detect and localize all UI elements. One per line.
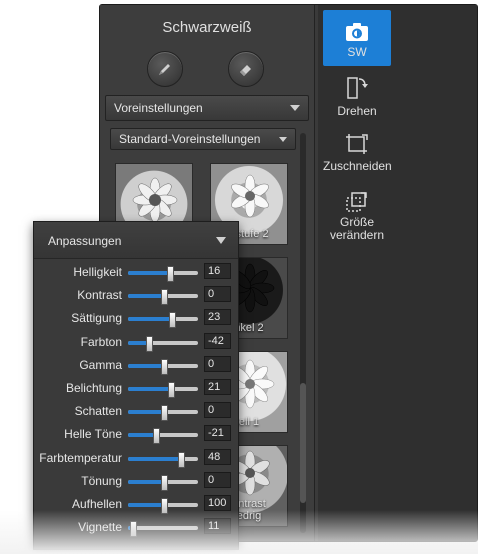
- crop-icon: [346, 134, 368, 154]
- sidebar-item-label: Größe verändern: [329, 215, 385, 242]
- adjustment-label: Aufhellen: [71, 497, 122, 511]
- adjustment-value-field[interactable]: -42: [204, 332, 231, 349]
- slider-handle[interactable]: [177, 451, 185, 468]
- adjustment-value-field[interactable]: 100: [204, 495, 231, 511]
- adjustment-slider[interactable]: [128, 358, 198, 375]
- adjustment-row: Belichtung 21: [34, 378, 238, 398]
- slider-fill: [128, 387, 170, 391]
- adjustment-slider[interactable]: [128, 428, 198, 445]
- sidebar-item-sw[interactable]: SW: [323, 10, 391, 66]
- adjustment-slider[interactable]: [128, 266, 198, 282]
- slider-handle[interactable]: [161, 289, 168, 306]
- slider-handle[interactable]: [168, 382, 175, 398]
- adjustment-label: Gamma: [79, 357, 122, 372]
- slider-fill: [128, 479, 163, 484]
- adjustments-panel: Anpassungen Helligkeit 16 Kontrast 0 Sättigu…: [33, 221, 239, 550]
- slider-fill: [128, 456, 180, 461]
- sidebar-item-label: SW: [347, 45, 367, 59]
- adjustment-row: Gamma 0: [34, 355, 238, 375]
- sidebar-item-drehen[interactable]: Drehen: [323, 75, 391, 118]
- slider-fill: [128, 410, 163, 415]
- adjustment-row: Farbtemperatur 48: [34, 448, 238, 468]
- adjustment-label: Farbton: [80, 334, 122, 349]
- eraser-icon: [240, 65, 251, 76]
- slider-fill: [128, 363, 163, 368]
- chevron-down-icon[interactable]: [216, 237, 226, 244]
- adjustment-label: Sättigung: [71, 311, 122, 326]
- adjustments-header[interactable]: Anpassungen: [34, 222, 238, 259]
- adjustment-label: Helle Töne: [64, 427, 122, 442]
- slider-fill: [128, 503, 163, 507]
- adjustment-label: Tönung: [81, 473, 122, 488]
- adjustment-value-field[interactable]: -21: [204, 425, 231, 442]
- adjustment-value-field[interactable]: 16: [204, 263, 231, 279]
- adjustment-row: Kontrast 0: [34, 285, 238, 306]
- adjustment-label: Farbtemperatur: [39, 450, 122, 465]
- adjustment-value-field[interactable]: 23: [204, 309, 231, 326]
- sidebar: SW Drehen Zuschneiden Größe verändern: [318, 5, 477, 541]
- chevron-down-icon: [279, 137, 287, 142]
- chevron-down-icon: [290, 105, 300, 111]
- sidebar-item-groesse[interactable]: Größe verändern: [323, 190, 391, 242]
- eraser-tool-button[interactable]: [228, 51, 264, 87]
- adjustment-label: Helligkeit: [73, 265, 122, 279]
- adjustment-slider[interactable]: [128, 382, 198, 398]
- adjustment-value-field[interactable]: 0: [204, 471, 231, 488]
- adjustment-slider[interactable]: [128, 405, 198, 422]
- pen-icon: [159, 64, 170, 75]
- sidebar-item-label: Zuschneiden: [323, 159, 392, 173]
- preset-set-label: Standard-Voreinstellungen: [119, 132, 261, 146]
- adjustment-slider[interactable]: [128, 451, 198, 468]
- adjustment-row: Farbton -42: [34, 332, 238, 352]
- adjustment-row: Helligkeit 16: [34, 262, 238, 282]
- adjustment-value-field[interactable]: 0: [204, 355, 231, 372]
- camera-icon: [346, 23, 368, 41]
- sidebar-item-zuschneiden[interactable]: Zuschneiden: [323, 132, 392, 173]
- rotate-icon: [347, 77, 368, 99]
- adjustments-title: Anpassungen: [48, 234, 122, 248]
- slider-handle[interactable]: [161, 358, 168, 375]
- adjustment-slider[interactable]: [128, 289, 198, 306]
- slider-fill: [128, 317, 171, 322]
- presets-dropdown-label: Voreinstellungen: [114, 101, 203, 115]
- slider-handle[interactable]: [166, 266, 174, 282]
- adjustment-row: Tönung 0: [34, 471, 238, 491]
- slider-fill: [128, 294, 163, 299]
- adjustment-value-field[interactable]: 0: [204, 402, 231, 419]
- slider-handle[interactable]: [146, 335, 154, 352]
- adjustment-label: Belichtung: [65, 381, 122, 395]
- slider-fill: [128, 271, 169, 275]
- preset-set-dropdown[interactable]: Standard-Voreinstellungen: [110, 128, 296, 150]
- adjustment-slider[interactable]: [128, 498, 198, 514]
- adjustment-slider[interactable]: [128, 312, 198, 329]
- slider-fill: [128, 340, 149, 345]
- adjustment-slider[interactable]: [128, 474, 198, 491]
- presets-scrollbar[interactable]: [300, 133, 306, 533]
- adjustment-row: Sättigung 23: [34, 308, 238, 329]
- scrollbar-thumb[interactable]: [300, 383, 306, 503]
- adjustment-value-field[interactable]: 48: [204, 448, 231, 465]
- adjustment-value-field[interactable]: 21: [204, 379, 231, 395]
- adjustment-value-field[interactable]: 0: [204, 286, 231, 303]
- slider-handle[interactable]: [161, 405, 168, 422]
- sidebar-item-label: Drehen: [337, 104, 377, 118]
- slider-handle[interactable]: [168, 312, 176, 329]
- bottom-fade: [0, 510, 478, 554]
- resize-icon: [346, 192, 367, 212]
- presets-dropdown[interactable]: Voreinstellungen: [105, 95, 309, 121]
- adjustment-slider[interactable]: [128, 335, 198, 352]
- adjustment-row: Helle Töne -21: [34, 424, 238, 445]
- slider-fill: [128, 433, 156, 438]
- slider-handle[interactable]: [161, 474, 168, 491]
- adjustment-row: Schatten 0: [34, 401, 238, 422]
- adjustment-label: Kontrast: [77, 288, 122, 303]
- slider-handle[interactable]: [153, 428, 161, 445]
- panel-title: Schwarzweiß: [162, 19, 252, 36]
- adjustment-label: Schatten: [74, 404, 122, 419]
- pen-tool-button[interactable]: [147, 51, 183, 87]
